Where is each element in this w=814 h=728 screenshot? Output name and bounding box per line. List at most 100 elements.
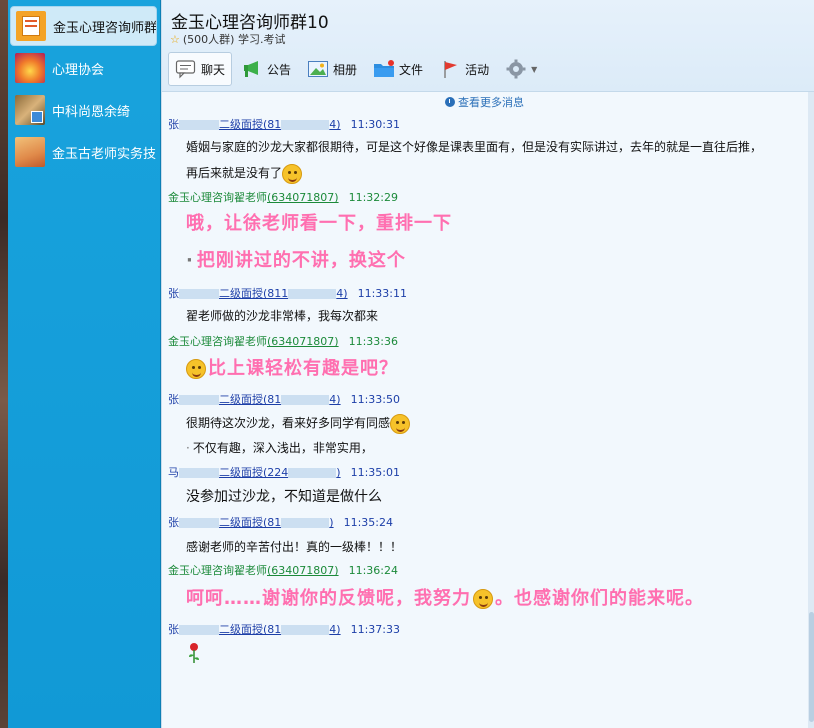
message-text: 呵呵……谢谢你的反馈呢，我努力 [186, 588, 471, 609]
sidebar-group-label: 中科尚恩余绮 [52, 104, 131, 120]
sender-name: 金玉心理咨询翟老师 [168, 335, 267, 348]
message-sender[interactable]: 张 二级面授(811 4) 11:33:11 [168, 285, 407, 301]
sender-name: 张 [168, 623, 179, 636]
message-sender[interactable]: 张 二级面授(81) 11:35:24 [168, 514, 393, 530]
group-avatar [15, 95, 45, 125]
sender-name: 张 [168, 393, 179, 406]
bullet-dot: · [186, 250, 194, 271]
sidebar-group-zhongke[interactable]: 中科尚恩余绮 [10, 90, 157, 130]
message-time: 11:32:29 [348, 191, 398, 204]
folder-icon [373, 59, 395, 79]
message-text: 没参加过沙龙，不知道是做什么 [186, 489, 382, 505]
message-text: 翟老师做的沙龙非常棒，我每次都来 [186, 309, 379, 323]
message-text-row: 比上课轻松有趣是吧？ [186, 357, 398, 381]
flag-icon [439, 59, 461, 79]
sidebar-group-jinyugu[interactable]: 金玉古老师实务技 [10, 132, 157, 172]
more-messages-link[interactable]: 查看更多消息 [445, 94, 524, 110]
redacted-block [288, 468, 337, 478]
message-sender[interactable]: 金玉心理咨询翟老师(634071807) 11:36:24 [168, 562, 398, 578]
desktop-background [0, 0, 8, 728]
sender-qq-tail: ) [329, 516, 334, 529]
redacted-block [179, 518, 219, 528]
rose-icon [186, 643, 202, 667]
sender-name: 马 [168, 466, 179, 479]
sender-qq: (634071807) [267, 191, 339, 204]
sender-qq-tail: ) [336, 466, 341, 479]
tab-album[interactable]: 相册 [300, 52, 364, 86]
tab-label: 聊天 [201, 62, 226, 77]
sender-name: 张 [168, 118, 179, 131]
group-tabs: 聊天 公告 相册 文件 活动 ▼ [168, 51, 546, 87]
message-time: 11:37:33 [350, 623, 400, 636]
group-avatar [16, 11, 46, 41]
smile-emoji-icon [390, 413, 411, 434]
chat-window: 金玉心理咨询师群10 ☆ (500人群) 学习.考试 聊天 公告 相册 文件 活… [161, 0, 814, 728]
chat-scrollbar[interactable] [808, 92, 814, 728]
tab-label: 相册 [333, 62, 358, 77]
redacted-block [281, 395, 330, 405]
group-subtitle: ☆ (500人群) 学习.考试 [170, 31, 285, 47]
message-sender[interactable]: 张 二级面授(81 4) 11:33:50 [168, 391, 400, 407]
sender-qq: 二级面授(81 [219, 516, 282, 529]
sender-qq: 二级面授(811 [219, 287, 289, 300]
sender-name: 金玉心理咨询翟老师 [168, 564, 267, 577]
chat-header: 金玉心理咨询师群10 ☆ (500人群) 学习.考试 聊天 公告 相册 文件 活… [162, 0, 814, 92]
sender-qq: 二级面授(81 [219, 393, 282, 406]
tab-label: 活动 [465, 62, 490, 77]
message-sender[interactable]: 金玉心理咨询翟老师(634071807) 11:32:29 [168, 189, 398, 205]
message-sender[interactable]: 马 二级面授(224) 11:35:01 [168, 464, 400, 480]
tab-label: 公告 [267, 62, 292, 77]
redacted-block [281, 625, 330, 635]
bullet-dot: · [186, 441, 190, 455]
announcement-icon [241, 59, 263, 79]
tab-settings[interactable]: ▼ [498, 52, 544, 86]
sidebar-group-xinli[interactable]: 心理协会 [10, 48, 157, 88]
group-avatar [15, 137, 45, 167]
tab-announcement[interactable]: 公告 [234, 52, 298, 86]
message-time: 11:35:24 [343, 516, 393, 529]
chat-messages[interactable]: 查看更多消息 张二级面授(81 4) 11:30:31 婚姻与家庭的沙龙大家都很期待… [162, 92, 808, 728]
sender-name: 张 [168, 287, 179, 300]
grin-emoji-icon [186, 359, 206, 379]
sidebar-group-label: 心理协会 [52, 62, 105, 78]
effort-emoji-icon [473, 589, 493, 609]
message-text: 不仅有趣，深入浅出，非常实用， [192, 441, 373, 455]
sidebar-group-label: 金玉古老师实务技 [52, 146, 156, 162]
group-subtitle-text: (500人群) 学习.考试 [182, 33, 286, 46]
sidebar-group-jinyu10[interactable]: 金玉心理咨询师群10 [10, 6, 157, 46]
message-text-line2: · 不仅有趣，深入浅出，非常实用， [186, 436, 373, 460]
sender-qq-tail: 4) [329, 118, 341, 131]
message-time: 11:33:50 [350, 393, 400, 406]
message-text-row: 呵呵……谢谢你的反馈呢，我努力 。也感谢你们的能来呢。 [186, 587, 704, 611]
message-text: 比上课轻松有趣是吧？ [208, 358, 398, 379]
redacted-block [179, 625, 219, 635]
message-sender[interactable]: 张 二级面授(81 4) 11:30:31 [168, 116, 400, 132]
gear-icon [505, 59, 527, 79]
message-text-line2: · 把刚讲过的不讲，换这个 [186, 249, 406, 273]
redacted-block [288, 289, 337, 299]
sender-qq-tail: 4) [329, 623, 341, 636]
message-text: 再后来就是没有了 [186, 166, 283, 180]
message-text: 哦，让徐老师看一下，重排一下 [186, 213, 452, 234]
message-text: 婚姻与家庭的沙龙大家都很期待，可是这个好像是课表里面有，但是没有实际讲过，去年的… [186, 140, 763, 154]
thinking-emoji-icon [282, 163, 303, 184]
message-sender[interactable]: 金玉心理咨询翟老师(634071807) 11:33:36 [168, 333, 398, 349]
photo-album-icon [307, 59, 329, 79]
redacted-block [281, 518, 330, 528]
sender-name: 张 [168, 516, 179, 529]
message-text: 很期待这次沙龙，看来好多同学有同感 [186, 416, 391, 430]
tab-chat[interactable]: 聊天 [168, 52, 233, 86]
tab-activity[interactable]: 活动 [432, 52, 496, 86]
scrollbar-thumb[interactable] [809, 612, 814, 722]
group-sidebar: 金玉心理咨询师群10 心理协会 中科尚恩余绮 金玉古老师实务技 [8, 0, 161, 728]
message-sender[interactable]: 张 二级面授(81 4) 11:37:33 [168, 621, 400, 637]
more-messages-label: 查看更多消息 [458, 96, 524, 109]
sender-qq: 二级面授(224 [219, 466, 289, 479]
sender-qq: 二级面授(81 [219, 118, 282, 131]
redacted-block [179, 289, 219, 299]
tab-files[interactable]: 文件 [366, 52, 430, 86]
star-icon: ☆ [170, 32, 180, 46]
message-text: 把刚讲过的不讲，换这个 [196, 250, 406, 271]
group-title: 金玉心理咨询师群10 [171, 13, 329, 33]
redacted-block [179, 395, 219, 405]
